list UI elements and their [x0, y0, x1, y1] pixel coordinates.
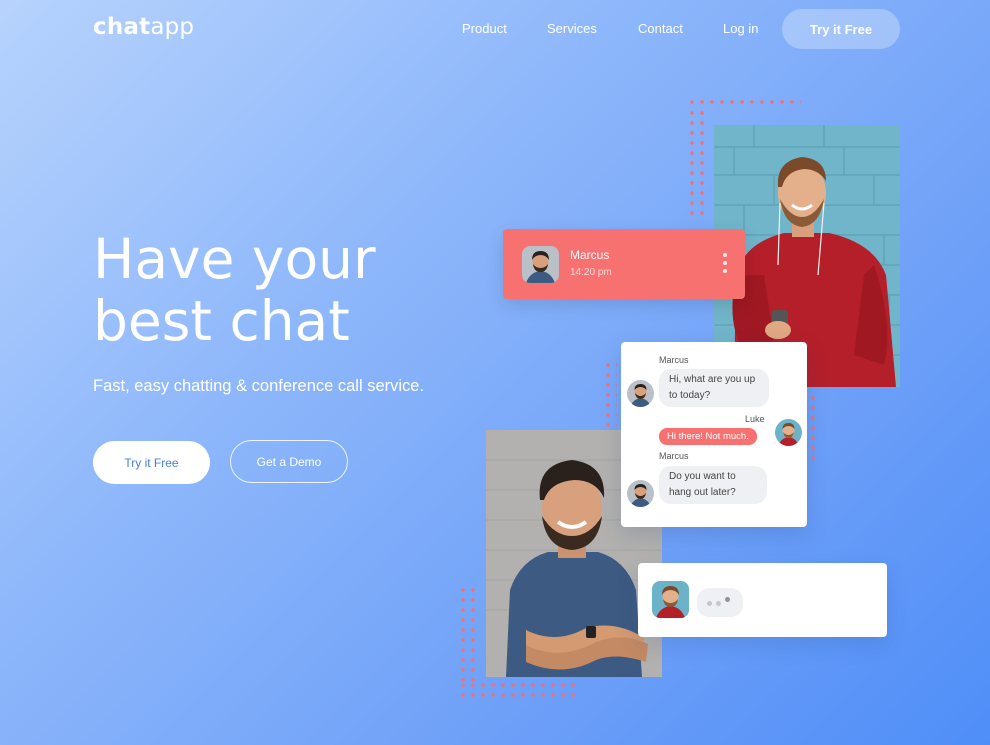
contact-name: Marcus: [570, 248, 610, 262]
dot-pattern-bottom: [458, 680, 578, 700]
nav-try-free-button[interactable]: Try it Free: [782, 9, 900, 49]
contact-time: 14:20 pm: [570, 267, 612, 278]
message-sender: Marcus: [659, 451, 689, 461]
dot-pattern-middle-left: [603, 360, 617, 430]
dot-pattern-middle-right: [808, 393, 822, 463]
nav-link-services[interactable]: Services: [547, 21, 597, 36]
message-bubble: Do you want to hang out later?: [659, 466, 767, 504]
more-vertical-icon[interactable]: [721, 253, 729, 279]
typing-indicator-icon: [697, 588, 743, 617]
message-bubble-reply: Hi there! Not much.: [659, 428, 757, 445]
avatar-marcus-small: [627, 480, 654, 507]
message-sender: Luke: [745, 414, 765, 424]
avatar-marcus: [522, 246, 559, 283]
hero-title: Have your best chat: [93, 228, 473, 352]
message-line: to today?: [669, 390, 711, 401]
nav-link-login[interactable]: Log in: [723, 21, 758, 36]
message-sender: Marcus: [659, 355, 689, 365]
logo-bold-text: chat: [93, 14, 151, 40]
avatar-marcus-small: [627, 380, 654, 407]
top-navbar: chatapp Product Services Contact Log in …: [0, 0, 990, 60]
logo-light-text: app: [150, 14, 195, 40]
try-free-button[interactable]: Try it Free: [93, 441, 210, 484]
contact-card-marcus[interactable]: Marcus 14:20 pm: [503, 229, 745, 299]
hero-title-line-2: best chat: [93, 289, 350, 353]
dot-pattern-top: [687, 97, 801, 108]
message-line: Do you want to: [669, 471, 736, 482]
avatar-luke: [775, 419, 802, 446]
typing-card: [638, 563, 887, 637]
avatar-luke: [652, 581, 689, 618]
message-bubble: Hi, what are you up to today?: [659, 369, 769, 407]
message-line: hang out later?: [669, 487, 736, 498]
nav-link-product[interactable]: Product: [462, 21, 507, 36]
dot-pattern-top-left: [687, 108, 707, 216]
nav-link-contact[interactable]: Contact: [638, 21, 683, 36]
chatapp-logo[interactable]: chatapp: [93, 14, 194, 40]
hero-title-line-1: Have your: [93, 227, 376, 291]
message-line: Hi, what are you up: [669, 374, 756, 385]
conversation-card: Marcus Hi, what are you up to today? Luk…: [621, 342, 807, 527]
get-demo-button[interactable]: Get a Demo: [230, 440, 348, 483]
dot-pattern-bottom-left: [458, 585, 478, 685]
hero-subtitle: Fast, easy chatting & conference call se…: [93, 377, 425, 395]
